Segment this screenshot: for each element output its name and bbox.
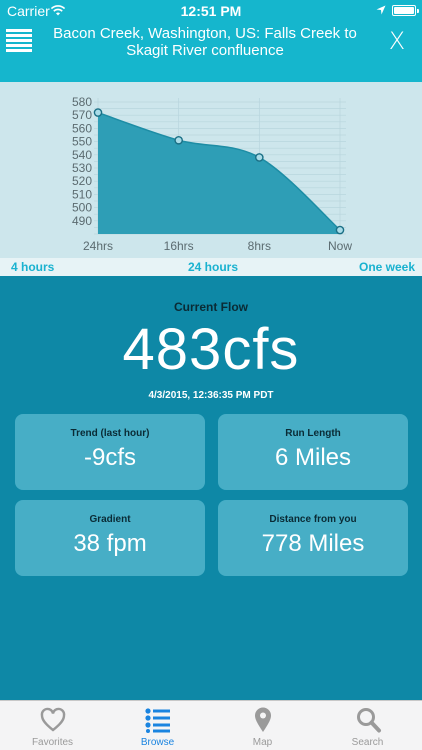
chart-point <box>93 108 103 117</box>
range-24-hours-button[interactable]: 24 hours <box>188 260 238 274</box>
y-tick-label: 500 <box>72 201 92 215</box>
current-flow-value: 483cfs <box>122 317 300 382</box>
chart-point <box>174 135 183 145</box>
chart-point <box>255 153 264 162</box>
current-flow-label: Current Flow <box>174 300 248 314</box>
y-tick-label: 520 <box>72 174 92 188</box>
trend-card: Trend (last hour) -9cfs <box>15 414 205 490</box>
x-tick-label: 8hrs <box>248 239 271 253</box>
y-tick-label: 540 <box>72 148 92 162</box>
flow-chart-panel: 580 570 560 550 540 530 520 510 500 490 24hrs 16hrs… <box>0 82 422 276</box>
tab-browse-label: Browse <box>140 737 175 748</box>
location-arrow-icon <box>376 5 386 15</box>
x-tick-label: 24hrs <box>83 239 113 253</box>
gradient-value: 38 fpm <box>73 530 147 557</box>
heart-icon <box>40 707 66 732</box>
status-time: 12:51 PM <box>180 3 242 19</box>
distance-value: 778 Miles <box>261 530 365 557</box>
run-length-label: Run Length <box>285 428 341 439</box>
gradient-card: Gradient 38 fpm <box>15 500 205 576</box>
range-one-week-button[interactable]: One week <box>359 260 415 274</box>
range-4-hours-button[interactable]: 4 hours <box>11 260 54 274</box>
map-pin-icon <box>255 707 271 732</box>
tab-favorites-label: Favorites <box>31 737 74 748</box>
run-length-card: Run Length 6 Miles <box>218 414 408 490</box>
search-icon <box>357 708 381 733</box>
y-tick-label: 560 <box>72 121 92 135</box>
x-tick-label: Now <box>328 239 352 253</box>
tab-search[interactable]: Search <box>315 701 420 750</box>
trend-label: Trend (last hour) <box>70 428 150 439</box>
close-button[interactable]: X <box>386 28 408 54</box>
tab-favorites[interactable]: Favorites <box>0 701 105 750</box>
current-flow-timestamp: 4/3/2015, 12:36:35 PM PDT <box>148 390 274 401</box>
y-tick-label: 550 <box>72 135 92 149</box>
chart-area-fill <box>98 112 340 234</box>
distance-label: Distance from you <box>269 514 357 525</box>
tab-browse[interactable]: Browse <box>105 701 210 750</box>
distance-card: Distance from you 778 Miles <box>218 500 408 576</box>
tab-search-label: Search <box>351 737 384 748</box>
x-tick-label: 16hrs <box>164 239 194 253</box>
menu-icon[interactable] <box>6 29 32 53</box>
run-length-value: 6 Miles <box>274 444 352 471</box>
page-title: Bacon Creek, Washington, US: Falls Creek… <box>53 25 357 59</box>
tab-map[interactable]: Map <box>210 701 315 750</box>
trend-value: -9cfs <box>83 444 136 471</box>
y-tick-label: 490 <box>72 214 92 228</box>
y-tick-label: 580 <box>72 95 92 109</box>
status-bar: Carrier 12:51 PM <box>0 0 422 22</box>
y-tick-label: 530 <box>72 161 92 175</box>
battery-icon <box>392 5 419 16</box>
flow-chart: 580570560550540530520510500490 24hrs 16hrs… <box>72 95 352 253</box>
gradient-label: Gradient <box>89 514 131 525</box>
time-range-selector: 4 hours 24 hours One week <box>0 258 422 276</box>
chart-point <box>335 225 345 235</box>
tab-bar: Favorites Browse Map Search <box>0 700 422 750</box>
y-tick-label: 570 <box>72 108 92 122</box>
tab-map-label: Map <box>252 737 273 748</box>
app-header: Carrier 12:51 PM Bacon Creek, Washington… <box>0 0 422 82</box>
list-icon <box>145 708 170 733</box>
y-tick-label: 510 <box>72 187 92 201</box>
